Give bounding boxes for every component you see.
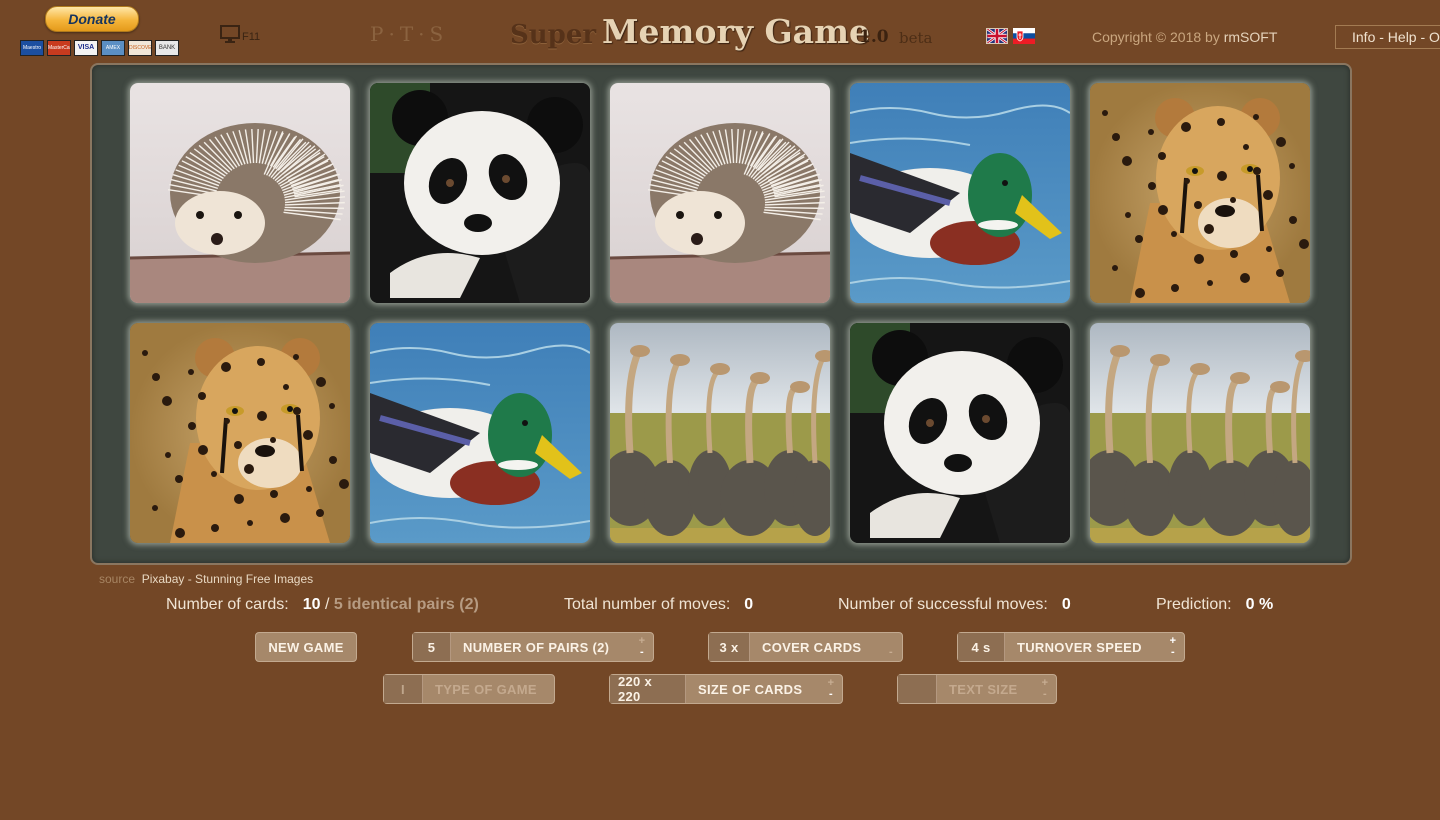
cover-label: COVER CARDS bbox=[762, 639, 862, 655]
game-type-label: TYPE OF GAME bbox=[435, 681, 537, 697]
cards-label: Number of cards: bbox=[166, 596, 289, 613]
memory-card-duck[interactable] bbox=[370, 323, 590, 543]
discover-card-icon: DISCOVER bbox=[128, 40, 152, 56]
memory-card-cheetah[interactable] bbox=[1090, 83, 1310, 303]
prediction-label: Prediction: bbox=[1156, 596, 1232, 613]
duck-image bbox=[850, 83, 1070, 303]
cheetah-image bbox=[1090, 83, 1310, 303]
cards-separator: / bbox=[324, 596, 330, 613]
memory-card-panda[interactable] bbox=[370, 83, 590, 303]
amex-card-icon: AMEX bbox=[101, 40, 125, 56]
type-of-game-control: I TYPE OF GAME bbox=[383, 674, 555, 704]
hedgehog-image bbox=[130, 83, 350, 303]
info-help-button[interactable]: Info - Help - O bbox=[1335, 25, 1440, 49]
cover-value: 3 x bbox=[709, 633, 750, 661]
cards-count-stat: Number of cards: 10 / 5 identical pairs (… bbox=[166, 596, 479, 614]
memory-card-cheetah[interactable] bbox=[130, 323, 350, 543]
speed-value: 4 s bbox=[958, 633, 1005, 661]
mastercard-icon: MasterCard bbox=[47, 40, 71, 56]
prediction-value: 0 % bbox=[1245, 596, 1274, 613]
text-size-label: TEXT SIZE bbox=[949, 681, 1018, 697]
memory-card-ostrich[interactable] bbox=[610, 323, 830, 543]
title-prefix: Super bbox=[510, 20, 597, 50]
version-number: 1.0 bbox=[859, 27, 889, 47]
successful-moves-stat: Number of successful moves: 0 bbox=[838, 596, 1071, 614]
card-size-value: 220 x 220 bbox=[610, 674, 686, 704]
donate-button[interactable]: Donate bbox=[45, 6, 139, 32]
pts-logo: P·T·S bbox=[370, 22, 449, 46]
panda-image bbox=[370, 83, 590, 303]
source-link[interactable]: Pixabay - Stunning Free Images bbox=[142, 572, 313, 586]
visa-card-icon: VISA bbox=[74, 40, 98, 56]
cover-minus-button[interactable]: - bbox=[889, 647, 893, 658]
memory-card-hedgehog[interactable] bbox=[610, 83, 830, 303]
maestro-card-icon: Maestro bbox=[20, 40, 44, 56]
new-game-button[interactable]: NEW GAME bbox=[255, 632, 357, 662]
pairs-label: NUMBER OF PAIRS (2) bbox=[463, 639, 610, 655]
pairs-minus-button[interactable]: - bbox=[640, 647, 644, 658]
page-title: Memory Game bbox=[602, 12, 870, 51]
fullscreen-key-label: F11 bbox=[242, 31, 261, 43]
success-label: Number of successful moves: bbox=[838, 596, 1048, 613]
pairs-value: 5 bbox=[413, 633, 451, 661]
copyright-owner: rmSOFT bbox=[1223, 29, 1278, 45]
hedgehog-image bbox=[610, 83, 830, 303]
turnover-speed-control: 4 s TURNOVER SPEED + - bbox=[957, 632, 1185, 662]
copyright-text: Copyright © 2018 by rmSOFT bbox=[1092, 29, 1277, 45]
game-board bbox=[90, 63, 1352, 565]
cards-value: 10 bbox=[302, 596, 321, 613]
payment-cards: Maestro MasterCard VISA AMEX DISCOVER BA… bbox=[20, 40, 179, 56]
success-value: 0 bbox=[1061, 596, 1071, 613]
speed-minus-button[interactable]: - bbox=[1171, 647, 1175, 658]
moves-value: 0 bbox=[744, 596, 754, 613]
card-size-label: SIZE OF CARDS bbox=[698, 681, 803, 697]
memory-card-hedgehog[interactable] bbox=[130, 83, 350, 303]
moves-label: Total number of moves: bbox=[564, 596, 731, 613]
copyright-label: Copyright © 2018 by bbox=[1092, 29, 1220, 45]
text-size-minus-button[interactable]: - bbox=[1043, 689, 1047, 700]
slovak-flag-icon[interactable] bbox=[1013, 28, 1035, 44]
fullscreen-button[interactable]: F11 bbox=[220, 24, 260, 44]
prediction-stat: Prediction: 0 % bbox=[1156, 596, 1273, 614]
image-source: source Pixabay - Stunning Free Images bbox=[99, 572, 313, 586]
text-size-value bbox=[898, 675, 937, 703]
pairs-info: 5 identical pairs (2) bbox=[333, 596, 479, 613]
memory-card-ostrich[interactable] bbox=[1090, 323, 1310, 543]
ostrich-image bbox=[1090, 323, 1310, 543]
bank-card-icon: BANK bbox=[155, 40, 179, 56]
cover-cards-control: 3 x COVER CARDS + - bbox=[708, 632, 903, 662]
number-of-pairs-control: 5 NUMBER OF PAIRS (2) + - bbox=[412, 632, 654, 662]
speed-label: TURNOVER SPEED bbox=[1017, 639, 1142, 655]
duck-image bbox=[370, 323, 590, 543]
panda-image bbox=[850, 323, 1070, 543]
version-tag: beta bbox=[899, 29, 933, 47]
memory-card-duck[interactable] bbox=[850, 83, 1070, 303]
ostrich-image bbox=[610, 323, 830, 543]
source-label: source bbox=[99, 572, 136, 586]
size-of-cards-control: 220 x 220 SIZE OF CARDS + - bbox=[609, 674, 843, 704]
memory-card-panda[interactable] bbox=[850, 323, 1070, 543]
cheetah-image bbox=[130, 323, 350, 543]
game-type-value: I bbox=[384, 675, 423, 703]
monitor-icon bbox=[220, 25, 240, 43]
card-size-minus-button[interactable]: - bbox=[829, 689, 833, 700]
uk-flag-icon[interactable] bbox=[986, 28, 1008, 44]
moves-stat: Total number of moves: 0 bbox=[564, 596, 753, 614]
text-size-control: TEXT SIZE + - bbox=[897, 674, 1057, 704]
